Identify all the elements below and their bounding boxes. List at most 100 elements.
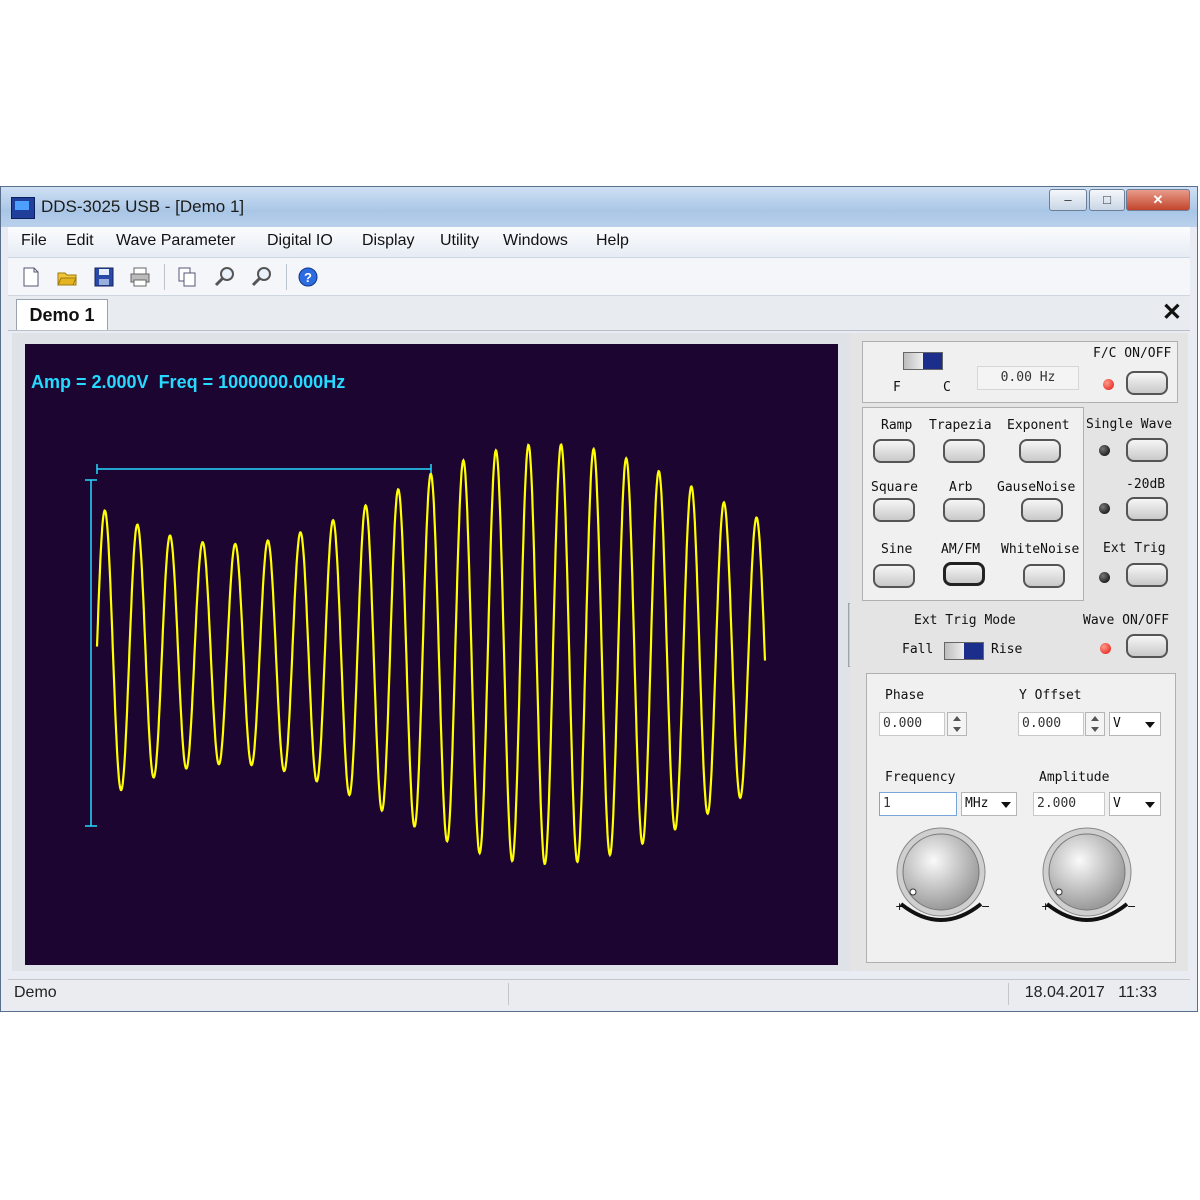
- frequency-unit-select[interactable]: MHz: [961, 792, 1017, 816]
- amfm-label: AM/FM: [941, 542, 981, 557]
- menu-file[interactable]: File: [21, 232, 47, 250]
- yoffset-unit-select[interactable]: V: [1109, 712, 1161, 736]
- chevron-down-icon: [1145, 722, 1155, 728]
- square-label: Square: [871, 480, 918, 495]
- sine-label: Sine: [881, 542, 913, 557]
- title-bar: DDS-3025 USB - [Demo 1] – □ ✕: [1, 187, 1197, 227]
- toolbar-separator: [286, 264, 287, 290]
- copy-icon[interactable]: [176, 266, 198, 288]
- arb-label: Arb: [949, 480, 973, 495]
- amplitude-knob[interactable]: + −: [1035, 824, 1139, 928]
- menu-windows[interactable]: Windows: [503, 232, 568, 250]
- document-area: Amp = 2.000V Freq = 1000000.000Hz F C 0.…: [12, 333, 1188, 971]
- oscilloscope-display: Amp = 2.000V Freq = 1000000.000Hz: [25, 344, 838, 965]
- minimize-button[interactable]: –: [1049, 189, 1087, 211]
- exponent-button[interactable]: [1019, 439, 1061, 463]
- frequency-label: Frequency: [885, 770, 956, 785]
- menu-utility[interactable]: Utility: [440, 232, 479, 250]
- gausenoise-label: GauseNoise: [997, 480, 1076, 495]
- chevron-down-icon: [1145, 802, 1155, 808]
- close-button[interactable]: ✕: [1126, 189, 1190, 211]
- maximize-button[interactable]: □: [1089, 189, 1125, 211]
- fc-onoff-button[interactable]: [1126, 371, 1168, 395]
- frequency-knob[interactable]: + −: [889, 824, 993, 928]
- single-wave-label: Single Wave: [1086, 417, 1173, 432]
- yoffset-input[interactable]: 0.000: [1018, 712, 1084, 736]
- amplitude-label: Amplitude: [1039, 770, 1110, 785]
- ext-trig-mode-label: Ext Trig Mode: [914, 613, 1016, 628]
- phase-input[interactable]: 0.000: [879, 712, 945, 736]
- yoffset-unit-value: V: [1113, 716, 1121, 731]
- yoffset-label: Y Offset: [1019, 688, 1082, 703]
- toolbar: ?: [8, 258, 1190, 296]
- fc-switch-label-f: F: [893, 380, 901, 395]
- menu-digital-io[interactable]: Digital IO: [267, 232, 333, 250]
- status-date: 18.04.2017: [1024, 984, 1105, 1001]
- amplitude-unit-value: V: [1113, 796, 1121, 811]
- single-wave-led: [1099, 445, 1110, 456]
- control-panel: F C 0.00 Hz F/C ON/OFF Ramp Trapezia Exp…: [850, 333, 1188, 971]
- menu-edit[interactable]: Edit: [66, 232, 94, 250]
- parameters-group: Phase 0.000 Y Offset 0.000 V Frequency 1…: [866, 673, 1176, 963]
- ramp-button[interactable]: [873, 439, 915, 463]
- wave-onoff-label: Wave ON/OFF: [1083, 613, 1170, 628]
- phase-spinner[interactable]: [947, 712, 967, 736]
- trapezia-button[interactable]: [943, 439, 985, 463]
- print-icon[interactable]: [129, 266, 151, 288]
- status-time: 11:33: [1118, 984, 1157, 1001]
- fc-switch[interactable]: [903, 352, 943, 370]
- counter-display: 0.00 Hz: [977, 366, 1079, 390]
- frequency-input[interactable]: 1: [879, 792, 957, 816]
- menu-wave-parameter[interactable]: Wave Parameter: [116, 232, 235, 250]
- single-wave-button[interactable]: [1126, 438, 1168, 462]
- sine-button[interactable]: [873, 564, 915, 588]
- ramp-label: Ramp: [881, 418, 913, 433]
- ext-trig-button[interactable]: [1126, 563, 1168, 587]
- rise-label: Rise: [991, 642, 1023, 657]
- trig-mode-switch[interactable]: [944, 642, 984, 660]
- status-bar: Demo 18.04.2017 11:33: [8, 979, 1190, 1008]
- whitenoise-label: WhiteNoise: [1001, 542, 1080, 557]
- zoom-out-icon[interactable]: [251, 266, 273, 288]
- tab-close-button[interactable]: ✕: [1162, 298, 1182, 327]
- window-title: DDS-3025 USB - [Demo 1]: [41, 197, 245, 216]
- toolbar-separator: [164, 264, 165, 290]
- fall-label: Fall: [902, 642, 934, 657]
- minus20db-led: [1099, 503, 1110, 514]
- app-window: DDS-3025 USB - [Demo 1] – □ ✕ File Edit …: [0, 186, 1198, 1012]
- svg-text:?: ?: [304, 270, 312, 285]
- fc-onoff-label: F/C ON/OFF: [1093, 346, 1172, 361]
- tab-bar: Demo 1 ✕: [8, 296, 1190, 331]
- wave-onoff-button[interactable]: [1126, 634, 1168, 658]
- save-icon[interactable]: [93, 266, 115, 288]
- menu-help[interactable]: Help: [596, 232, 629, 250]
- status-text: Demo: [14, 984, 57, 1001]
- amfm-button[interactable]: [943, 562, 985, 586]
- square-button[interactable]: [873, 498, 915, 522]
- open-icon[interactable]: [56, 266, 78, 288]
- svg-text:−: −: [981, 900, 990, 913]
- minus20db-button[interactable]: [1126, 497, 1168, 521]
- menu-display[interactable]: Display: [362, 232, 414, 250]
- menu-bar: File Edit Wave Parameter Digital IO Disp…: [8, 227, 1190, 258]
- amplitude-input[interactable]: 2.000: [1033, 792, 1105, 816]
- minus20db-label: -20dB: [1126, 477, 1166, 492]
- ext-trig-led: [1099, 572, 1110, 583]
- help-icon[interactable]: ?: [297, 266, 319, 288]
- tab-demo-1[interactable]: Demo 1: [16, 299, 108, 330]
- zoom-in-icon[interactable]: [214, 266, 236, 288]
- whitenoise-button[interactable]: [1023, 564, 1065, 588]
- status-separator: [508, 983, 509, 1005]
- amplitude-unit-select[interactable]: V: [1109, 792, 1161, 816]
- phase-label: Phase: [885, 688, 925, 703]
- wave-led: [1100, 643, 1111, 654]
- fc-led: [1103, 379, 1114, 390]
- yoffset-spinner[interactable]: [1085, 712, 1105, 736]
- arb-button[interactable]: [943, 498, 985, 522]
- svg-text:−: −: [1127, 900, 1136, 913]
- fc-group: F C 0.00 Hz F/C ON/OFF: [862, 341, 1178, 403]
- waveform-select-group: Ramp Trapezia Exponent Square Arb GauseN…: [862, 407, 1084, 601]
- gausenoise-button[interactable]: [1021, 498, 1063, 522]
- svg-text:+: +: [1041, 900, 1050, 913]
- new-icon[interactable]: [20, 266, 42, 288]
